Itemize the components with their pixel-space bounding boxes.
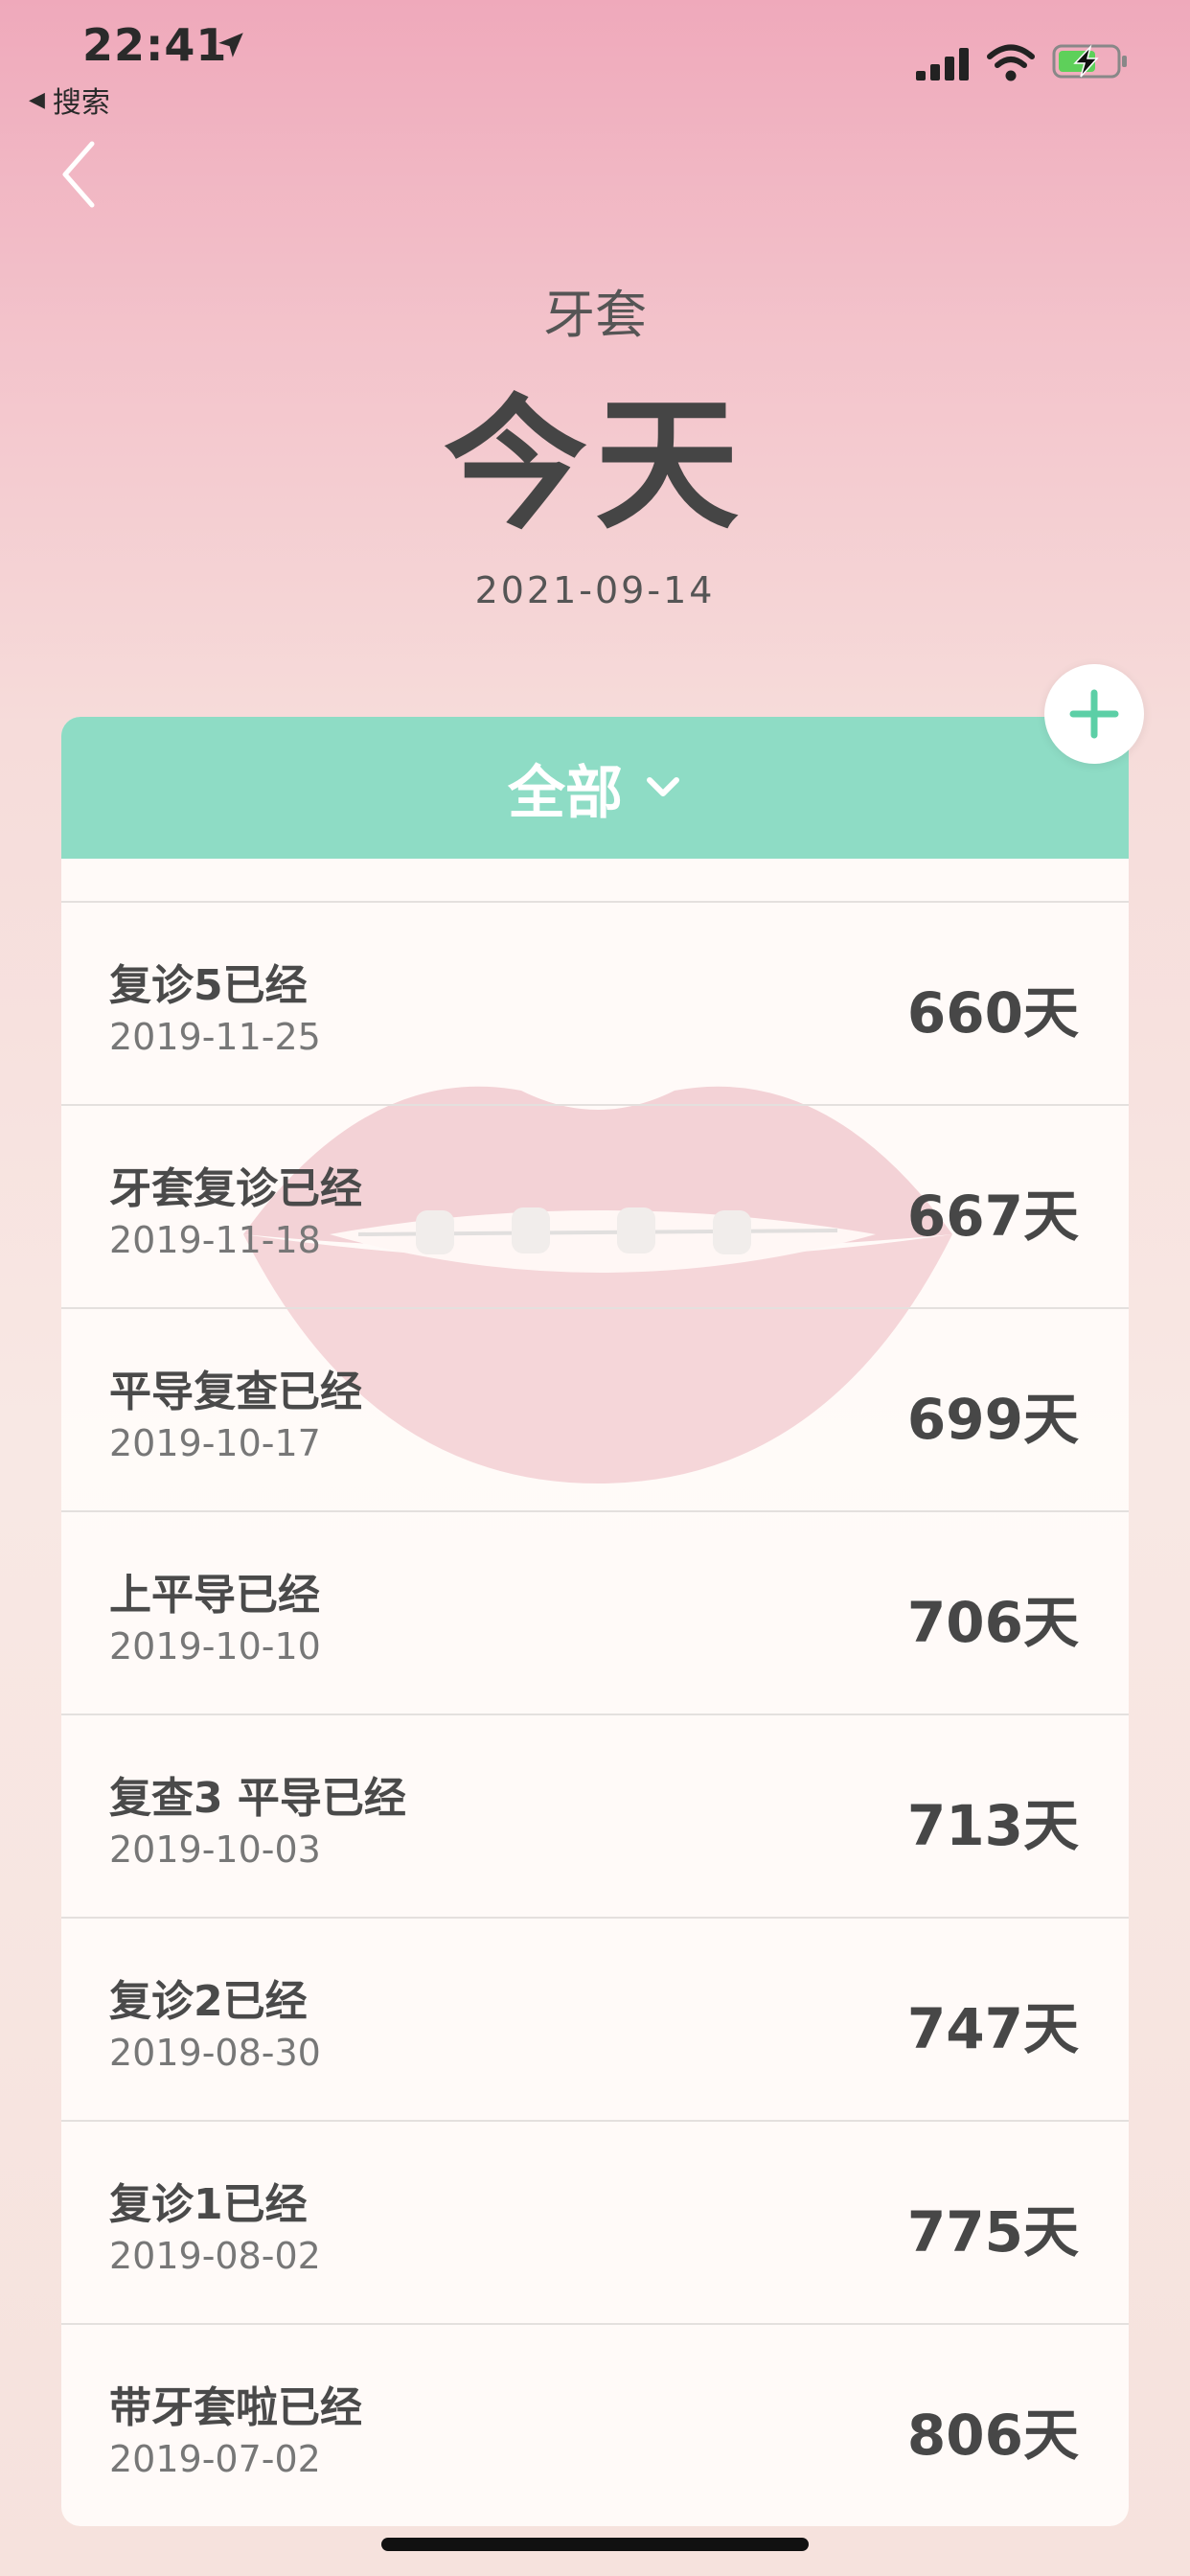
event-date: 2019-10-03 xyxy=(109,1828,321,1871)
plus-icon xyxy=(1069,689,1119,739)
event-name: 复诊1已经 xyxy=(109,2180,308,2229)
current-date: 2021-09-14 xyxy=(474,569,716,611)
event-date: 2019-11-25 xyxy=(109,1016,321,1058)
home-indicator[interactable] xyxy=(381,2538,809,2551)
status-time: 22:41 xyxy=(82,19,228,71)
event-days: 667天 xyxy=(906,1184,1079,1249)
filter-label: 全部 xyxy=(508,759,623,827)
event-name: 带牙套啦已经 xyxy=(109,2383,362,2432)
list-item[interactable]: 平导复查已经 2019-10-17 699天 xyxy=(61,1309,1129,1512)
event-name: 牙套复诊已经 xyxy=(109,1164,362,1213)
back-to-app-link[interactable]: ◀ 搜索 xyxy=(29,79,110,121)
list-item[interactable]: 复诊1已经 2019-08-02 775天 xyxy=(61,2122,1129,2325)
event-name: 平导复查已经 xyxy=(109,1368,362,1416)
event-name: 复查3 平导已经 xyxy=(109,1774,406,1823)
event-name: 复诊5已经 xyxy=(109,961,308,1010)
event-days: 747天 xyxy=(906,1996,1079,2061)
category-subtitle: 牙套 xyxy=(543,285,647,345)
list-item[interactable]: 复诊5已经 2019-11-25 660天 xyxy=(61,903,1129,1106)
event-days: 806天 xyxy=(906,2403,1079,2468)
filter-dropdown[interactable]: 全部 xyxy=(61,717,1129,859)
list-item[interactable]: 牙套复诊已经 2019-11-18 667天 xyxy=(61,1106,1129,1309)
list-item[interactable]: 上平导已经 2019-10-10 706天 xyxy=(61,1512,1129,1715)
page-title: 今天 xyxy=(443,382,746,549)
event-days: 775天 xyxy=(906,2199,1079,2265)
event-date: 2019-11-18 xyxy=(109,1219,321,1261)
back-app-label: 搜索 xyxy=(52,86,110,120)
battery-charging-icon xyxy=(1052,44,1127,79)
list-item[interactable]: 复诊2已经 2019-08-30 747天 xyxy=(61,1919,1129,2122)
back-chevron-icon[interactable] xyxy=(56,138,103,211)
event-days: 706天 xyxy=(906,1590,1079,1655)
event-date: 2019-08-02 xyxy=(109,2235,321,2277)
event-date: 2019-07-02 xyxy=(109,2438,321,2480)
add-button[interactable] xyxy=(1044,664,1144,764)
wifi-icon xyxy=(987,44,1035,81)
event-days: 660天 xyxy=(906,980,1079,1046)
event-name: 上平导已经 xyxy=(109,1571,320,1620)
location-arrow-icon xyxy=(218,33,243,58)
event-date: 2019-10-10 xyxy=(109,1625,321,1668)
event-list: 复诊5已经 2019-11-25 660天 牙套复诊已经 2019-11-18 … xyxy=(61,903,1129,2526)
event-date: 2019-08-30 xyxy=(109,2032,321,2074)
event-days: 713天 xyxy=(906,1793,1079,1858)
status-bar: 22:41 ◀ 搜索 xyxy=(0,0,1190,134)
back-triangle-icon: ◀ xyxy=(29,87,45,112)
cellular-signal-icon xyxy=(916,48,969,80)
chevron-down-icon xyxy=(647,777,679,796)
event-days: 699天 xyxy=(906,1387,1079,1452)
event-date: 2019-10-17 xyxy=(109,1422,321,1464)
list-item[interactable]: 复查3 平导已经 2019-10-03 713天 xyxy=(61,1715,1129,1919)
events-card: 全部 复诊5已经 2019-11-25 660天 牙套复诊已经 2019-11-… xyxy=(61,717,1129,2526)
list-item[interactable]: 带牙套啦已经 2019-07-02 806天 xyxy=(61,2325,1129,2526)
event-name: 复诊2已经 xyxy=(109,1977,308,2026)
